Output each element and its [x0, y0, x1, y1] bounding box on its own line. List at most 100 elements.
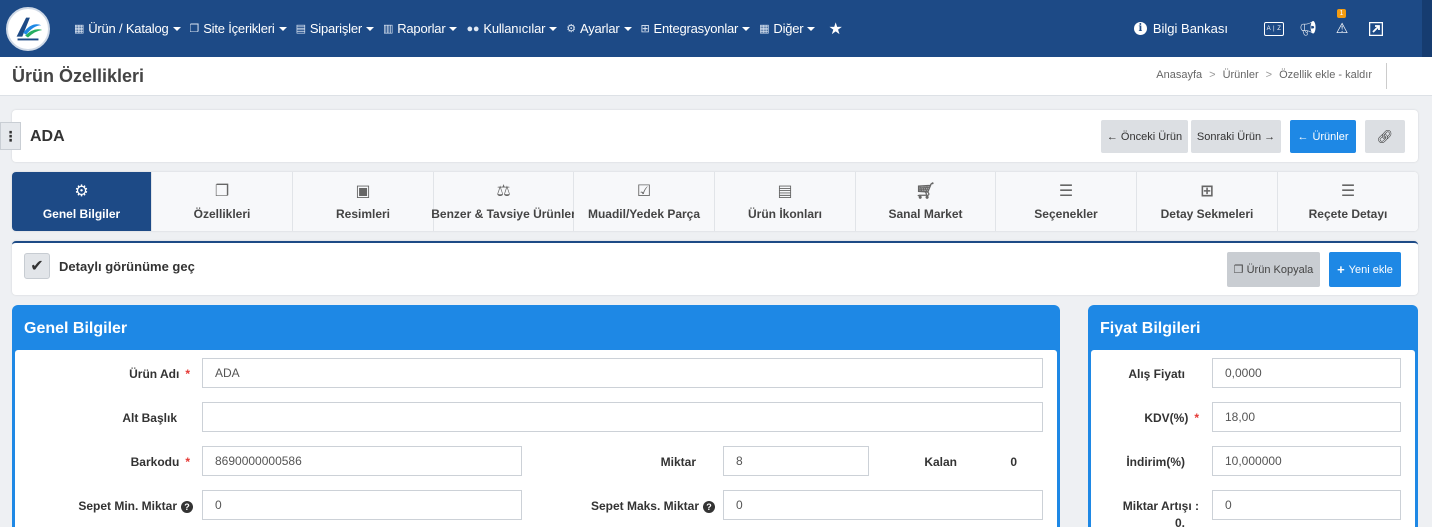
required-marker: *	[185, 455, 190, 469]
cart-min-quantity-label: Sepet Min. Miktar?	[15, 499, 193, 513]
remaining-label: Kalan	[924, 455, 957, 469]
keyboard-shortcuts-button[interactable]: A | Z	[1264, 19, 1284, 39]
arrow-left-icon: ←	[1106, 130, 1118, 143]
menu-raporlar[interactable]: ▥ Raporlar	[383, 21, 458, 36]
previous-product-button[interactable]: ← Önceki Ürün	[1101, 120, 1188, 153]
grid-icon: ▦	[759, 23, 770, 35]
chevron-down-icon	[623, 26, 632, 31]
menu-urun-katalog[interactable]: ▦ Ürün / Katalog	[74, 21, 181, 36]
products-list-button[interactable]: ← Ürünler	[1290, 120, 1356, 153]
favorites-star-icon[interactable]: ★	[828, 19, 842, 39]
brand-logo[interactable]	[6, 7, 50, 51]
breadcrumb-home[interactable]: Anasayfa	[1156, 69, 1202, 81]
price-info-body: Alış Fiyatı 0,0000 KDV(%) * 18,00 İndirim…	[1091, 350, 1415, 527]
keyboard-icon: A | Z	[1264, 21, 1284, 36]
purchase-price-label: Alış Fiyatı	[1128, 367, 1185, 381]
general-info-title: Genel Bilgiler	[24, 320, 128, 337]
breadcrumb: Anasayfa > Ürünler > Özellik ekle - kaldır	[1156, 69, 1372, 81]
cart-min-quantity-input[interactable]: 0	[202, 490, 522, 520]
balance-icon: ⚖	[496, 182, 511, 200]
chevron-down-icon	[449, 26, 458, 31]
tab-secenekler[interactable]: ☰ Seçenekler	[996, 172, 1137, 231]
new-product-button[interactable]: + Yeni ekle	[1329, 252, 1401, 287]
menu-entegrasyonlar[interactable]: ⊞ Entegrasyonlar	[641, 21, 751, 36]
alerts-button[interactable]: ⚠︎ 1	[1332, 8, 1352, 39]
discount-label: İndirim(%)	[1126, 455, 1185, 469]
next-product-button[interactable]: Sonraki Ürün →	[1191, 120, 1281, 153]
subtitle-label: Alt Başlık	[122, 411, 177, 425]
quantity-increment-sublabel: 0.	[1174, 516, 1185, 527]
breadcrumb-products[interactable]: Ürünler	[1223, 69, 1259, 81]
menu-site-icerikleri[interactable]: ❐ Site İçerikleri	[190, 21, 287, 36]
detailed-view-label: Detaylı görünüme geç	[59, 259, 195, 274]
tab-benzer-tavsiye[interactable]: ⚖ Benzer & Tavsiye Ürünler	[431, 172, 576, 231]
tab-muadil-yedek[interactable]: ☑ Muadil/Yedek Parça	[574, 172, 715, 231]
product-link-button[interactable]: 🔗︎	[1365, 120, 1405, 153]
sitemap-icon: ⊞	[1200, 182, 1214, 200]
barcode-label: Barkodu *	[130, 455, 190, 469]
purchase-price-input[interactable]: 0,0000	[1212, 358, 1401, 388]
menu-diger[interactable]: ▦ Diğer	[759, 21, 816, 36]
report-icon: ▥	[383, 23, 394, 35]
list-icon: ☰	[1058, 182, 1074, 200]
tab-sanal-market[interactable]: 🛒︎ Sanal Market	[856, 172, 996, 231]
cubes-icon: ▦	[74, 23, 85, 35]
tab-ozellikleri[interactable]: ❐ Özellikleri	[152, 172, 293, 231]
tab-recete-detayi[interactable]: ☰ Reçete Detayı	[1278, 172, 1418, 231]
chevron-down-icon	[742, 26, 751, 31]
cogs-icon: ⚙	[566, 23, 576, 35]
chevron-down-icon	[278, 26, 287, 31]
check-icon: ✔	[30, 258, 44, 275]
menu-kullanicilar[interactable]: ●● Kullanıcılar	[466, 21, 558, 36]
page-title: Ürün Özellikleri	[12, 66, 145, 86]
tab-urun-ikonlari[interactable]: ▤ Ürün İkonları	[715, 172, 856, 231]
announcements-button[interactable]: 📢︎	[1298, 19, 1318, 39]
header-divider	[1386, 63, 1387, 89]
quantity-increment-input[interactable]: 0	[1212, 490, 1401, 520]
breadcrumb-current: Özellik ekle - kaldır	[1279, 69, 1372, 81]
tab-genel-bilgiler[interactable]: ⚙ Genel Bilgiler	[12, 172, 152, 231]
tab-detay-sekmeleri[interactable]: ⊞ Detay Sekmeleri	[1137, 172, 1278, 231]
detailed-view-checkbox[interactable]: ✔	[24, 253, 50, 279]
chevron-down-icon	[366, 26, 374, 31]
users-icon: ●●	[466, 22, 480, 35]
copy-product-button[interactable]: ❐ Ürün Kopyala	[1227, 252, 1320, 287]
general-info-body: Ürün Adı * ADA Alt Başlık Barkodu * 869000…	[15, 350, 1057, 527]
tab-resimleri[interactable]: ▣ Resimleri	[293, 172, 434, 231]
megaphone-icon: 📢︎	[1299, 20, 1317, 36]
menu-siparisler[interactable]: ▤ Siparişler	[296, 21, 374, 36]
quantity-increment-label: Miktar Artışı :	[1122, 499, 1199, 513]
cart-icon: 🛒︎	[915, 182, 936, 200]
required-marker: *	[185, 367, 190, 381]
question-circle-icon: ?	[703, 501, 715, 513]
navbar-right: i Bilgi Bankası A | Z 📢︎ ⚠︎ 1	[1133, 0, 1386, 57]
vat-label: KDV(%) *	[1144, 411, 1199, 425]
remaining-value: 0	[1010, 455, 1017, 469]
question-circle-icon: ?	[181, 501, 193, 513]
truck-icon: ▤	[295, 23, 306, 35]
arrow-right-icon: →	[1264, 130, 1276, 143]
side-menu-toggle[interactable]: ⋮	[0, 122, 21, 150]
file-image-icon: ▤	[777, 182, 793, 200]
copy-icon: ❐	[1233, 264, 1244, 276]
discount-input[interactable]: 10,000000	[1212, 446, 1401, 476]
product-name-input[interactable]: ADA	[202, 358, 1043, 388]
price-info-title: Fiyat Bilgileri	[1100, 320, 1201, 337]
info-icon: i	[1133, 22, 1147, 35]
copy-icon: ❐	[214, 182, 230, 200]
subtitle-input[interactable]	[202, 402, 1043, 432]
cart-max-quantity-input[interactable]: 0	[723, 490, 1043, 520]
product-name-label: Ürün Adı *	[129, 367, 190, 381]
quantity-input[interactable]: 8	[723, 446, 869, 476]
required-marker: *	[1194, 411, 1199, 425]
general-info-panel: Genel Bilgiler Ürün Adı * ADA Alt Başlık …	[12, 305, 1060, 527]
barcode-input[interactable]: 8690000000586	[202, 446, 522, 476]
sitemap-icon: ⊞	[640, 23, 650, 35]
help-center-link[interactable]: i Bilgi Bankası	[1133, 21, 1228, 36]
link-icon: 🔗︎	[1376, 128, 1394, 144]
image-icon: ▣	[355, 182, 371, 200]
vat-input[interactable]: 18,00	[1212, 402, 1401, 432]
fullscreen-button[interactable]	[1366, 19, 1386, 39]
kebab-icon: ⋮	[3, 127, 18, 144]
menu-ayarlar[interactable]: ⚙ Ayarlar	[566, 21, 632, 36]
